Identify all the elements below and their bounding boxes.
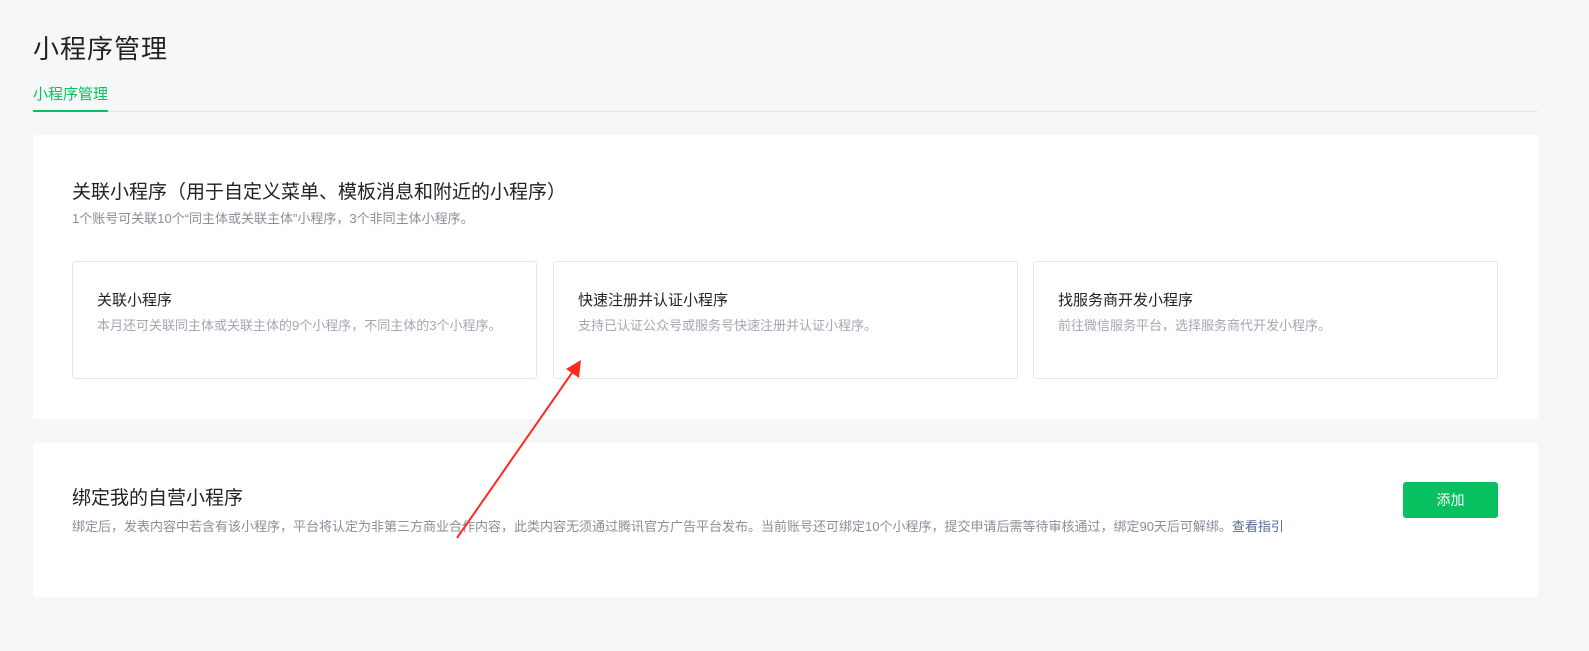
- bind-section-title: 绑定我的自营小程序: [72, 488, 244, 509]
- option-description: 支持已认证公众号或服务号快速注册并认证小程序。: [578, 318, 878, 333]
- bind-section-description: 绑定后，发表内容中若含有该小程序，平台将认定为非第三方商业合作内容，此类内容无须…: [72, 517, 1327, 537]
- option-title: 找服务商开发小程序: [1058, 292, 1194, 309]
- page: 小程序管理 小程序管理 关联小程序（用于自定义菜单、模板消息和附近的小程序） 1…: [0, 0, 1589, 651]
- bind-description-text: 绑定后，发表内容中若含有该小程序，平台将认定为非第三方商业合作内容，此类内容无须…: [72, 519, 1232, 534]
- bind-miniprogram-card: 绑定我的自营小程序 绑定后，发表内容中若含有该小程序，平台将认定为非第三方商业合…: [33, 443, 1538, 597]
- option-quick-register[interactable]: 快速注册并认证小程序 支持已认证公众号或服务号快速注册并认证小程序。: [553, 261, 1018, 379]
- page-title: 小程序管理: [33, 34, 169, 64]
- linked-section-description: 1个账号可关联10个“同主体或关联主体”小程序，3个非同主体小程序。: [72, 211, 474, 226]
- option-link-miniprogram[interactable]: 关联小程序 本月还可关联同主体或关联主体的9个小程序，不同主体的3个小程序。: [72, 261, 537, 379]
- option-title: 快速注册并认证小程序: [578, 292, 729, 309]
- add-button[interactable]: 添加: [1403, 482, 1498, 518]
- view-guide-link[interactable]: 查看指引: [1232, 519, 1284, 534]
- linked-section-title: 关联小程序（用于自定义菜单、模板消息和附近的小程序）: [72, 182, 567, 203]
- tab-miniprogram-management[interactable]: 小程序管理: [33, 84, 109, 112]
- option-title: 关联小程序: [97, 292, 173, 309]
- option-find-service-provider[interactable]: 找服务商开发小程序 前往微信服务平台，选择服务商代开发小程序。: [1033, 261, 1498, 379]
- option-description: 本月还可关联同主体或关联主体的9个小程序，不同主体的3个小程序。: [97, 318, 502, 333]
- option-description: 前往微信服务平台，选择服务商代开发小程序。: [1058, 318, 1332, 333]
- linked-miniprogram-card: 关联小程序（用于自定义菜单、模板消息和附近的小程序） 1个账号可关联10个“同主…: [33, 135, 1538, 419]
- tab-bar: 小程序管理: [33, 84, 1538, 112]
